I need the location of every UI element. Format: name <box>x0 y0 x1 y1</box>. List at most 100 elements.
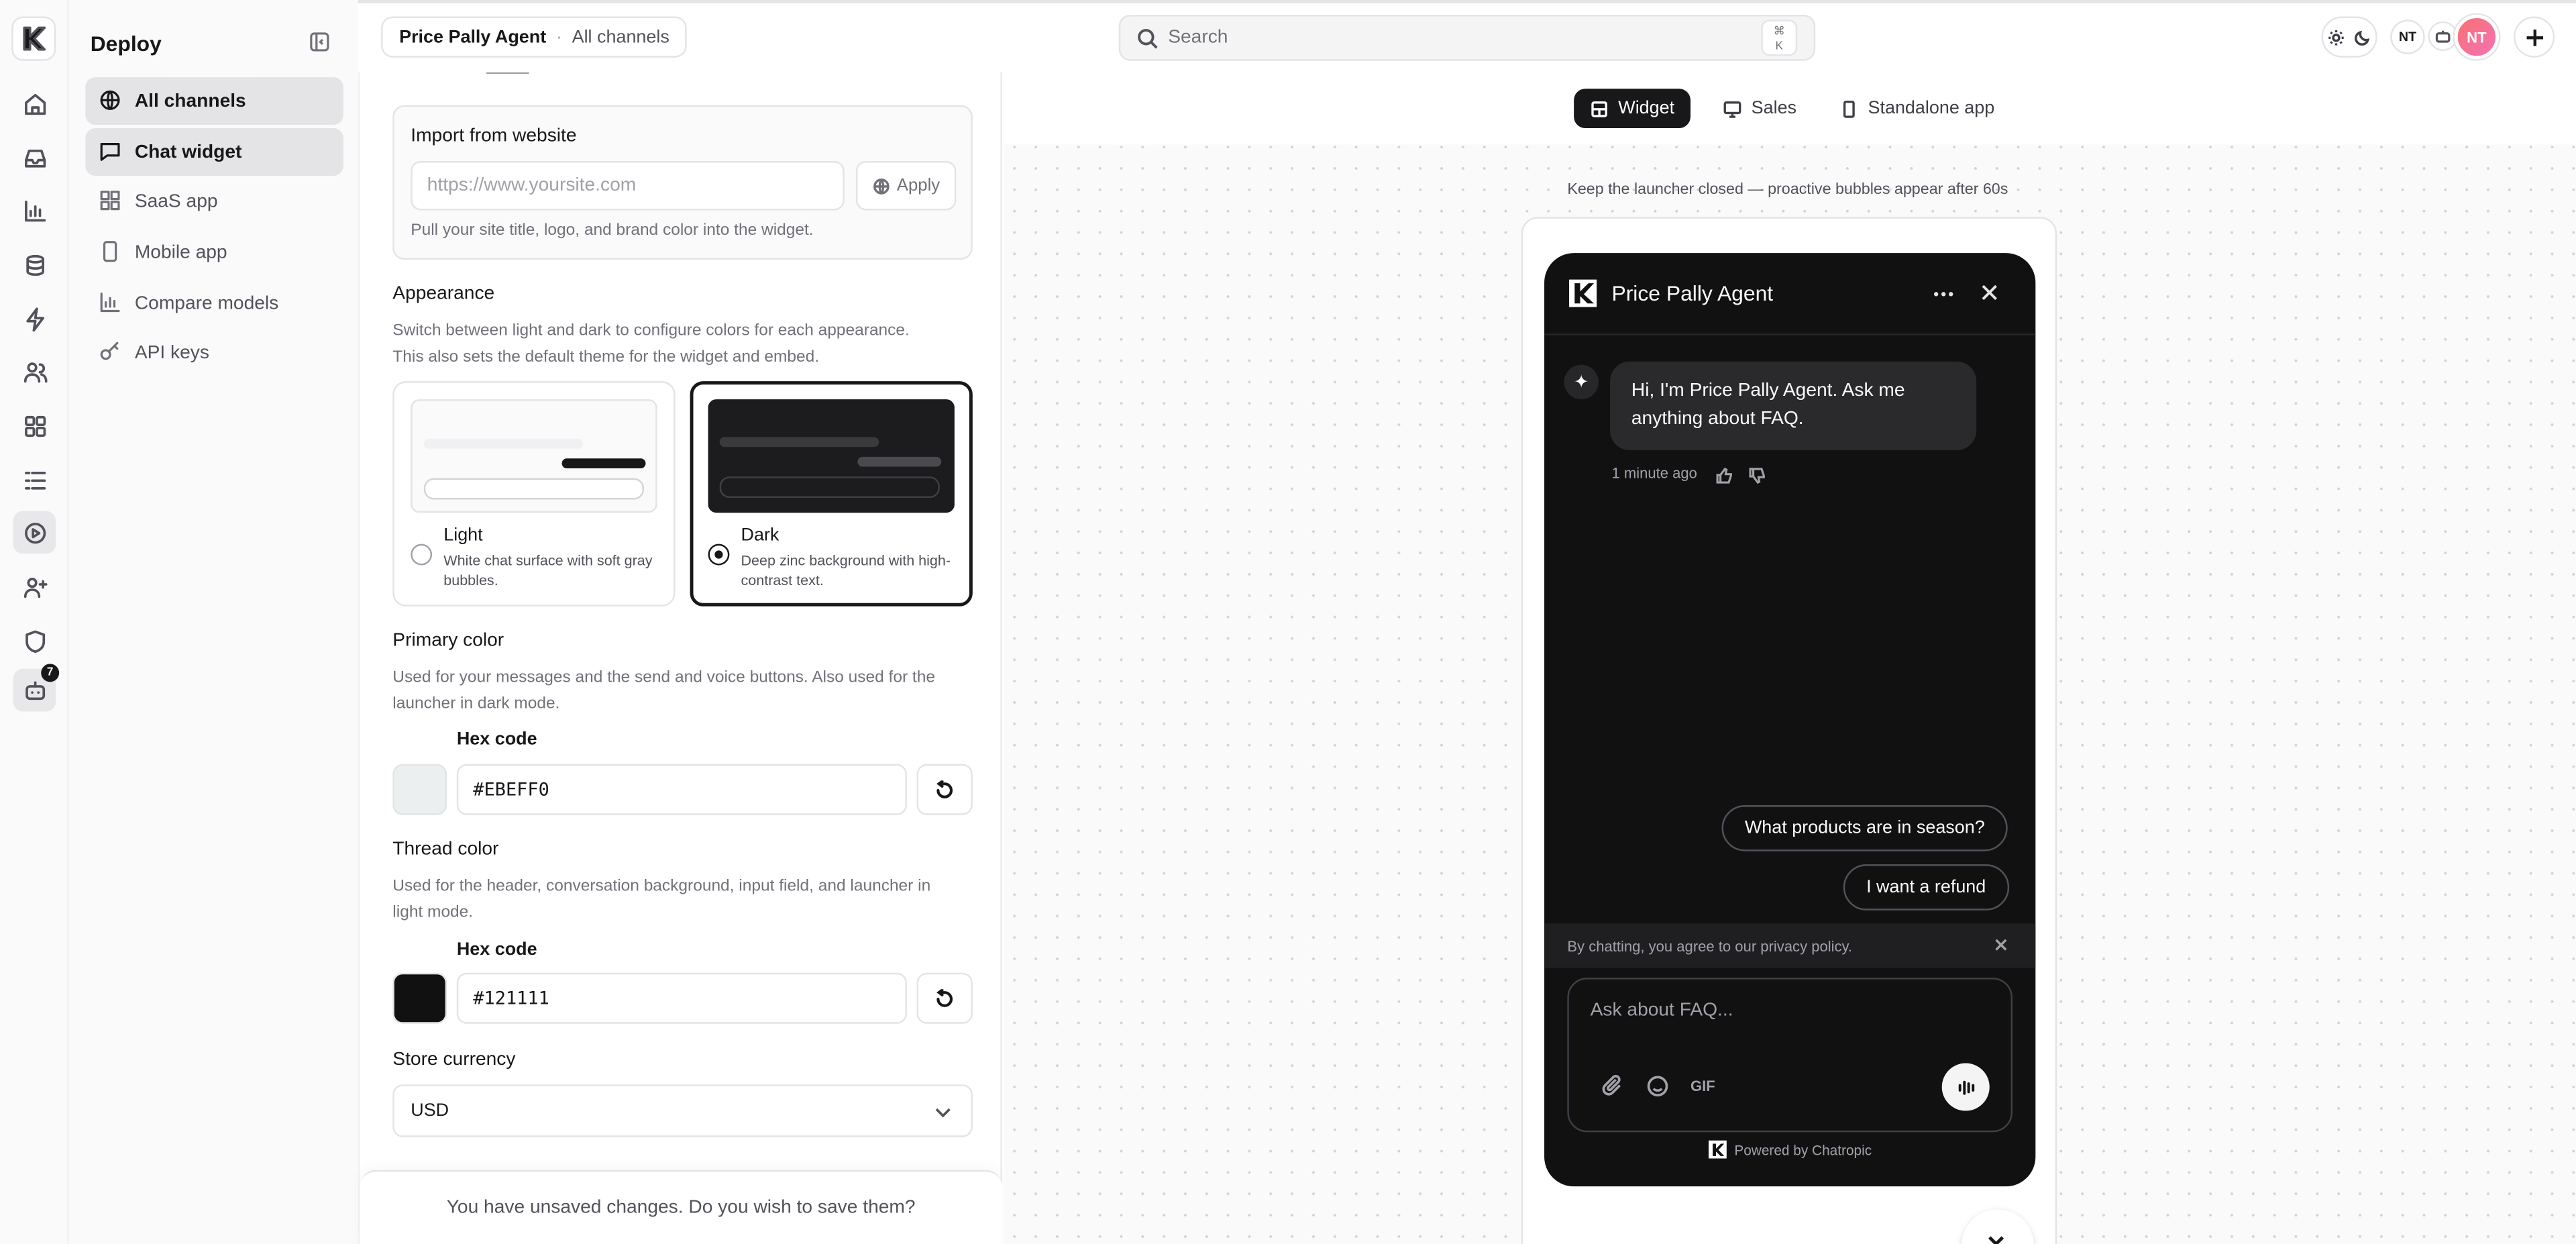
breadcrumb-agent: Price Pally Agent <box>399 27 547 47</box>
breadcrumb-section: All channels <box>572 27 669 47</box>
primary-color-description-2: launcher in dark mode. <box>392 694 560 713</box>
widget-logo-icon <box>1569 279 1597 307</box>
unsaved-changes-bar: You have unsaved changes. Do you wish to… <box>360 1170 1002 1244</box>
chat-widget-preview: Price Pally Agent ✦ Hi, I'm Price Pally … <box>1544 253 2036 1187</box>
home-icon[interactable] <box>13 82 56 125</box>
primary-reset-button[interactable] <box>916 764 973 815</box>
icon-rail: 7 <box>0 0 69 1244</box>
breadcrumb[interactable]: Price Pally Agent · All channels <box>381 16 688 58</box>
theme-option-dark[interactable]: Dark Deep zinc background with high-cont… <box>690 381 973 607</box>
sidebar-item-label: All channels <box>134 91 246 111</box>
tab-sales[interactable]: Sales <box>1707 89 1813 128</box>
sidebar-item-api-keys[interactable]: API keys <box>85 329 343 376</box>
sidebar-item-label: Chat widget <box>134 142 242 162</box>
theme-toggle[interactable] <box>2321 16 2377 58</box>
powered-by-text: Powered by Chatropic <box>1734 1141 1872 1158</box>
sidebar-item-label: SaaS app <box>134 191 218 211</box>
grid-icon <box>100 191 120 211</box>
widget-title: Price Pally Agent <box>1611 280 1774 306</box>
tasks-icon[interactable] <box>13 458 56 501</box>
deploy-icon[interactable] <box>13 511 56 554</box>
phone-icon <box>103 241 117 262</box>
dark-theme-name: Dark <box>741 525 780 546</box>
thread-color-description-1: Used for the header, conversation backgr… <box>392 877 931 896</box>
message-timestamp: 1 minute ago <box>1611 465 1697 482</box>
sidebar: Deploy All channels Chat widget SaaS app… <box>68 0 358 1244</box>
theme-option-light[interactable]: Light White chat surface with soft gray … <box>392 381 676 607</box>
website-url-input[interactable]: https://www.yoursite.com <box>411 161 845 211</box>
sidebar-item-chat-widget[interactable]: Chat widget <box>85 128 343 176</box>
thumbs-up-icon[interactable] <box>1715 464 1733 484</box>
appearance-label: Appearance <box>392 284 495 305</box>
notification-badge: 7 <box>41 664 60 682</box>
globe-icon <box>873 177 890 194</box>
search-icon <box>1138 29 1158 49</box>
thumbs-down-icon[interactable] <box>1748 464 1766 484</box>
thread-color-swatch[interactable] <box>392 972 447 1024</box>
currency-value: USD <box>411 1100 449 1121</box>
sidebar-item-compare-models[interactable]: Compare models <box>85 279 343 327</box>
thread-color-label: Thread color <box>392 839 499 860</box>
chevron-down-icon <box>935 1108 951 1118</box>
thread-hex-input[interactable]: #121111 <box>456 972 907 1024</box>
close-icon <box>1988 1236 2004 1244</box>
add-button[interactable] <box>2513 16 2555 58</box>
bolt-icon[interactable] <box>13 297 56 340</box>
app-logo[interactable] <box>11 16 56 61</box>
plus-icon <box>2526 28 2542 46</box>
moon-icon <box>2355 30 2370 45</box>
primary-hex-label: Hex code <box>456 729 537 749</box>
primary-hex-input[interactable]: #EBEFF0 <box>456 764 907 815</box>
team-icon[interactable] <box>13 565 56 608</box>
appearance-description-2: This also sets the default theme for the… <box>392 348 820 367</box>
light-radio[interactable] <box>411 543 433 566</box>
appearance-description-1: Switch between light and dark to configu… <box>392 322 910 340</box>
light-theme-preview <box>411 399 657 513</box>
preview-hint: Keep the launcher closed — proactive bub… <box>1567 180 2008 199</box>
primary-color-swatch[interactable] <box>392 764 447 815</box>
voice-icon <box>1957 1080 1974 1094</box>
logo-icon <box>23 26 46 51</box>
search-input[interactable]: Search ⌘ K <box>1118 15 1816 61</box>
database-icon[interactable] <box>13 243 56 286</box>
website-url-placeholder: https://www.yoursite.com <box>427 176 637 196</box>
thread-color-description-2: light mode. <box>392 903 474 922</box>
attachment-icon[interactable] <box>1602 1074 1625 1098</box>
close-icon[interactable] <box>1993 937 2009 953</box>
sidebar-item-mobile-app[interactable]: Mobile app <box>85 228 343 276</box>
voice-button[interactable] <box>1941 1063 1990 1111</box>
apply-button[interactable]: Apply <box>855 161 957 211</box>
tab-label: Standalone app <box>1868 98 1995 119</box>
privacy-notice: By chatting, you agree to our privacy po… <box>1544 923 2036 968</box>
user-avatar[interactable]: NT <box>2454 15 2499 60</box>
breadcrumb-separator: · <box>555 27 562 47</box>
composer-placeholder: Ask about FAQ... <box>1590 1000 1733 1021</box>
suggestion-chip[interactable]: What products are in season? <box>1721 805 2008 851</box>
tab-standalone-app[interactable]: Standalone app <box>1823 89 2010 128</box>
chat-icon <box>100 142 120 161</box>
monitor-icon <box>1723 100 1741 117</box>
apps-icon[interactable] <box>13 404 56 447</box>
dark-radio[interactable] <box>708 543 730 566</box>
config-panel: Import from website https://www.yoursite… <box>358 72 1002 1244</box>
thread-reset-button[interactable] <box>916 972 973 1024</box>
tab-widget[interactable]: Widget <box>1574 89 1691 129</box>
sidebar-item-saas-app[interactable]: SaaS app <box>85 177 343 225</box>
analytics-icon[interactable] <box>13 189 56 232</box>
emoji-icon[interactable] <box>1646 1075 1669 1098</box>
suggestion-chip[interactable]: I want a refund <box>1843 864 2009 911</box>
currency-select[interactable]: USD <box>392 1084 973 1137</box>
inbox-icon[interactable] <box>13 136 56 179</box>
gif-button[interactable]: GIF <box>1690 1078 1715 1094</box>
workspace-avatar[interactable]: NT <box>2390 19 2425 54</box>
users-icon[interactable] <box>13 350 56 393</box>
bot-avatar[interactable] <box>2428 21 2458 51</box>
close-icon[interactable] <box>1980 282 1999 302</box>
shield-icon[interactable] <box>13 619 56 662</box>
collapse-sidebar-icon[interactable] <box>309 32 330 53</box>
message-composer[interactable]: Ask about FAQ... GIF <box>1567 978 2013 1133</box>
light-theme-description: White chat surface with soft gray bubble… <box>443 552 653 588</box>
more-icon[interactable] <box>1932 284 1955 304</box>
reset-icon <box>936 988 953 1006</box>
sidebar-item-all-channels[interactable]: All channels <box>85 77 343 125</box>
